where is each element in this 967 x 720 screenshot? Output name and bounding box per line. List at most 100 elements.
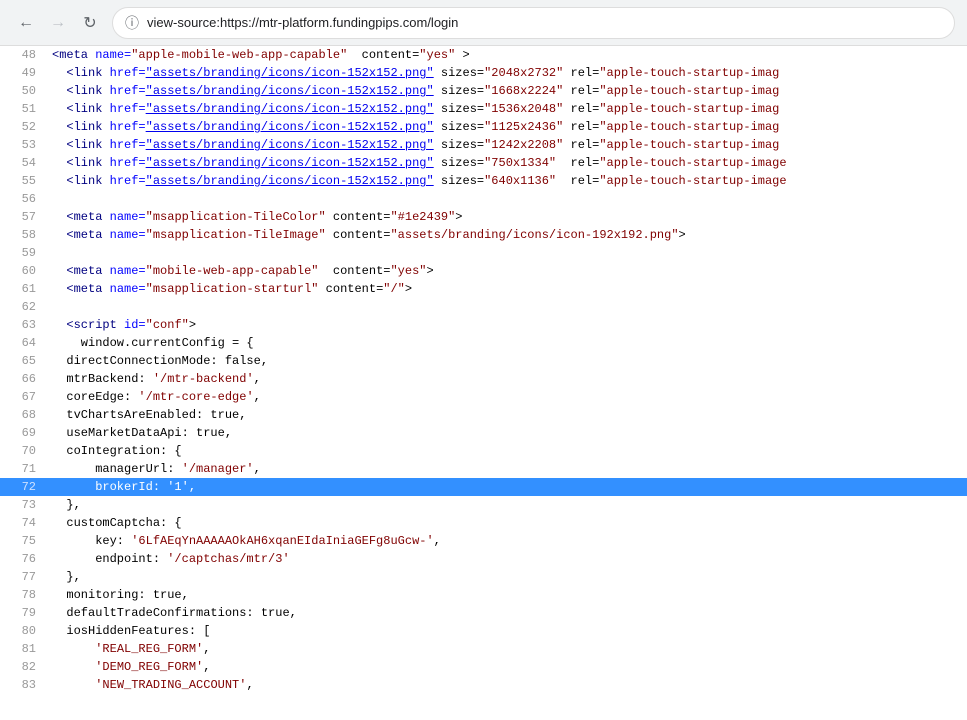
line-content: mtrBackend: '/mtr-backend', — [48, 370, 967, 388]
line-number: 50 — [0, 82, 48, 100]
line-content: brokerId: '1', — [48, 478, 967, 496]
line-content: <meta name="msapplication-TileImage" con… — [48, 226, 967, 244]
line-content: useMarketDataApi: true, — [48, 424, 967, 442]
source-line-69: 69 useMarketDataApi: true, — [0, 424, 967, 442]
line-content: <meta name="msapplication-starturl" cont… — [48, 280, 967, 298]
line-number: 81 — [0, 640, 48, 658]
source-line-58: 58 <meta name="msapplication-TileImage" … — [0, 226, 967, 244]
line-content — [48, 298, 967, 316]
line-content: managerUrl: '/manager', — [48, 460, 967, 478]
source-line-53: 53 <link href="assets/branding/icons/ico… — [0, 136, 967, 154]
line-number: 54 — [0, 154, 48, 172]
source-line-51: 51 <link href="assets/branding/icons/ico… — [0, 100, 967, 118]
source-line-78: 78 monitoring: true, — [0, 586, 967, 604]
source-line-73: 73 }, — [0, 496, 967, 514]
line-number: 72 — [0, 478, 48, 496]
source-line-50: 50 <link href="assets/branding/icons/ico… — [0, 82, 967, 100]
line-content: <script id="conf"> — [48, 316, 967, 334]
line-number: 57 — [0, 208, 48, 226]
line-content: <link href="assets/branding/icons/icon-1… — [48, 118, 967, 136]
line-content: customCaptcha: { — [48, 514, 967, 532]
line-number: 52 — [0, 118, 48, 136]
line-number: 55 — [0, 172, 48, 190]
line-number: 62 — [0, 298, 48, 316]
line-number: 51 — [0, 100, 48, 118]
line-number: 78 — [0, 586, 48, 604]
line-content: window.currentConfig = { — [48, 334, 967, 352]
line-content: }, — [48, 568, 967, 586]
source-line-59: 59 — [0, 244, 967, 262]
line-content: tvChartsAreEnabled: true, — [48, 406, 967, 424]
line-content: <link href="assets/branding/icons/icon-1… — [48, 82, 967, 100]
line-number: 67 — [0, 388, 48, 406]
line-content: defaultTradeConfirmations: true, — [48, 604, 967, 622]
line-number: 61 — [0, 280, 48, 298]
line-content: <meta name="mobile-web-app-capable" cont… — [48, 262, 967, 280]
source-line-67: 67 coreEdge: '/mtr-core-edge', — [0, 388, 967, 406]
source-line-76: 76 endpoint: '/captchas/mtr/3' — [0, 550, 967, 568]
line-number: 59 — [0, 244, 48, 262]
line-content: coreEdge: '/mtr-core-edge', — [48, 388, 967, 406]
line-content: 'DEMO_REG_FORM', — [48, 658, 967, 676]
line-number: 73 — [0, 496, 48, 514]
info-icon: ⓘ — [125, 13, 139, 33]
line-number: 69 — [0, 424, 48, 442]
line-number: 56 — [0, 190, 48, 208]
address-bar[interactable]: ⓘ view-source:https://mtr-platform.fundi… — [112, 7, 955, 39]
source-line-55: 55 <link href="assets/branding/icons/ico… — [0, 172, 967, 190]
line-content: 'REAL_REG_FORM', — [48, 640, 967, 658]
source-line-83: 83 'NEW_TRADING_ACCOUNT', — [0, 676, 967, 694]
line-content — [48, 190, 967, 208]
back-button[interactable]: ← — [12, 9, 40, 37]
line-content: monitoring: true, — [48, 586, 967, 604]
source-line-63: 63 <script id="conf"> — [0, 316, 967, 334]
line-content: endpoint: '/captchas/mtr/3' — [48, 550, 967, 568]
source-line-56: 56 — [0, 190, 967, 208]
line-number: 75 — [0, 532, 48, 550]
source-line-66: 66 mtrBackend: '/mtr-backend', — [0, 370, 967, 388]
source-line-57: 57 <meta name="msapplication-TileColor" … — [0, 208, 967, 226]
line-number: 63 — [0, 316, 48, 334]
nav-buttons: ← → ↻ — [12, 9, 104, 37]
source-line-68: 68 tvChartsAreEnabled: true, — [0, 406, 967, 424]
line-number: 68 — [0, 406, 48, 424]
line-content: iosHiddenFeatures: [ — [48, 622, 967, 640]
line-number: 82 — [0, 658, 48, 676]
line-number: 71 — [0, 460, 48, 478]
reload-button[interactable]: ↻ — [76, 9, 104, 37]
line-number: 70 — [0, 442, 48, 460]
line-content: 'NEW_TRADING_ACCOUNT', — [48, 676, 967, 694]
source-line-54: 54 <link href="assets/branding/icons/ico… — [0, 154, 967, 172]
line-number: 77 — [0, 568, 48, 586]
source-line-70: 70 coIntegration: { — [0, 442, 967, 460]
line-number: 53 — [0, 136, 48, 154]
line-number: 60 — [0, 262, 48, 280]
line-number: 49 — [0, 64, 48, 82]
source-line-52: 52 <link href="assets/branding/icons/ico… — [0, 118, 967, 136]
source-line-81: 81 'REAL_REG_FORM', — [0, 640, 967, 658]
source-line-60: 60 <meta name="mobile-web-app-capable" c… — [0, 262, 967, 280]
line-number: 79 — [0, 604, 48, 622]
line-content: <meta name="msapplication-TileColor" con… — [48, 208, 967, 226]
line-number: 83 — [0, 676, 48, 694]
line-number: 58 — [0, 226, 48, 244]
source-line-64: 64 window.currentConfig = { — [0, 334, 967, 352]
source-line-79: 79 defaultTradeConfirmations: true, — [0, 604, 967, 622]
line-content: <link href="assets/branding/icons/icon-1… — [48, 154, 967, 172]
forward-button[interactable]: → — [44, 9, 72, 37]
line-content: }, — [48, 496, 967, 514]
line-content: coIntegration: { — [48, 442, 967, 460]
source-line-72: 72 brokerId: '1', — [0, 478, 967, 496]
line-number: 80 — [0, 622, 48, 640]
source-line-62: 62 — [0, 298, 967, 316]
line-content: key: '6LfAEqYnAAAAAOkAH6xqanEIdaIniaGEFg… — [48, 532, 967, 550]
line-number: 65 — [0, 352, 48, 370]
line-content: <link href="assets/branding/icons/icon-1… — [48, 136, 967, 154]
line-number: 48 — [0, 46, 48, 64]
line-content: <link href="assets/branding/icons/icon-1… — [48, 64, 967, 82]
line-content: <link href="assets/branding/icons/icon-1… — [48, 100, 967, 118]
source-line-77: 77 }, — [0, 568, 967, 586]
source-line-48: 48<meta name="apple-mobile-web-app-capab… — [0, 46, 967, 64]
source-line-61: 61 <meta name="msapplication-starturl" c… — [0, 280, 967, 298]
source-view: 48<meta name="apple-mobile-web-app-capab… — [0, 46, 967, 720]
